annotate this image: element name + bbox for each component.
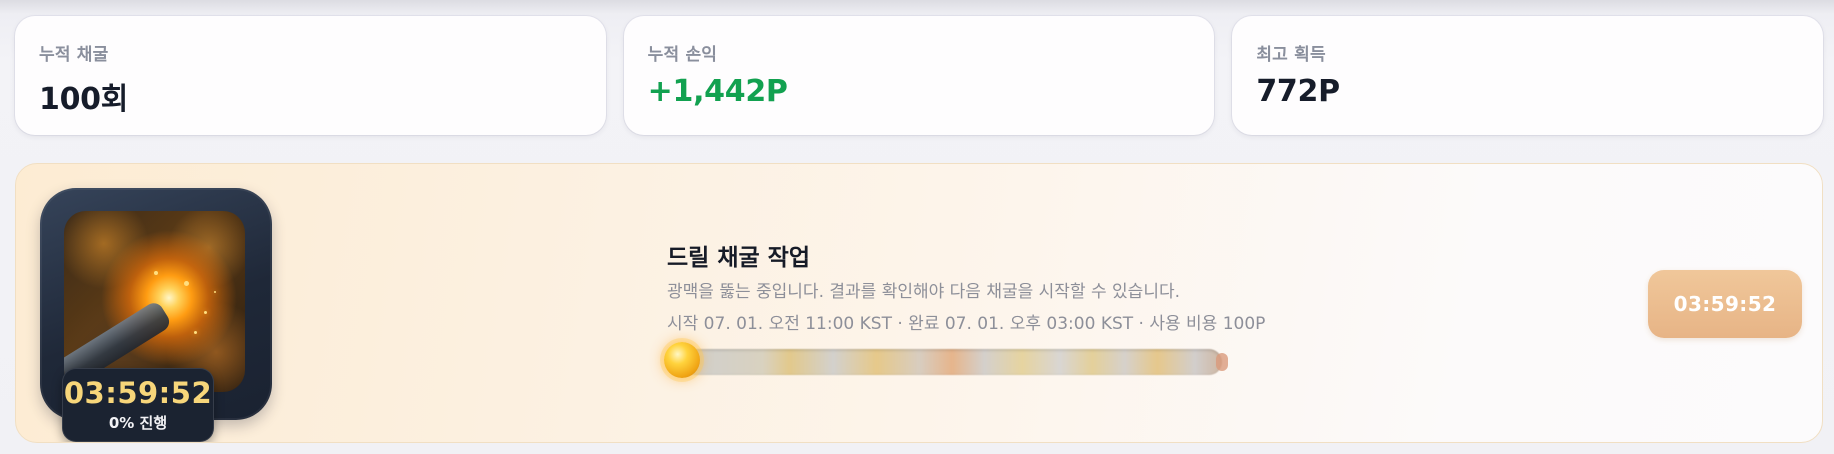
job-meta-info: 시작 07. 01. 오전 11:00 KST · 완료 07. 01. 오후 … (667, 314, 1266, 334)
progress-gold-orb-icon (664, 342, 700, 378)
progress-percent-text: 0% 진행 (108, 414, 168, 432)
stat-value: +1,442P (647, 74, 788, 109)
spark-decoration (214, 291, 216, 293)
stat-card-total-profit: 누적 손익 +1,442P (623, 16, 1215, 135)
spark-decoration (194, 331, 197, 334)
spark-decoration (184, 281, 189, 286)
stats-row: 누적 채굴 100회 누적 손익 +1,442P 최고 획득 772P (15, 16, 1824, 135)
job-thumbnail: 03:59:52 0% 진행 (40, 188, 272, 442)
stat-card-best-gain: 최고 획득 772P (1232, 16, 1824, 135)
stat-value: 100회 (39, 82, 129, 117)
job-description: 광맥을 뚫는 중입니다. 결과를 확인해야 다음 채굴을 시작할 수 있습니다. (667, 282, 1181, 302)
progress-bar-end (1216, 353, 1228, 371)
stat-label: 최고 획득 (1256, 45, 1326, 65)
stat-label: 누적 손익 (647, 45, 718, 65)
stat-label: 누적 채굴 (39, 45, 109, 65)
remaining-time-button[interactable]: 03:59:52 (1648, 270, 1802, 338)
countdown-timer: 03:59:52 (63, 376, 213, 410)
stat-card-total-mining: 누적 채굴 100회 (15, 16, 606, 135)
mining-progress-bar (682, 349, 1222, 375)
drill-mining-image (64, 211, 245, 392)
mining-job-panel: 03:59:52 0% 진행 드릴 채굴 작업 광맥을 뚫는 중입니다. 결과를… (15, 163, 1823, 443)
spark-decoration (204, 311, 207, 314)
spark-decoration (154, 271, 158, 275)
thumbnail-timer-badge: 03:59:52 0% 진행 (62, 368, 214, 442)
stat-value: 772P (1256, 74, 1340, 109)
job-title: 드릴 채굴 작업 (667, 245, 810, 271)
